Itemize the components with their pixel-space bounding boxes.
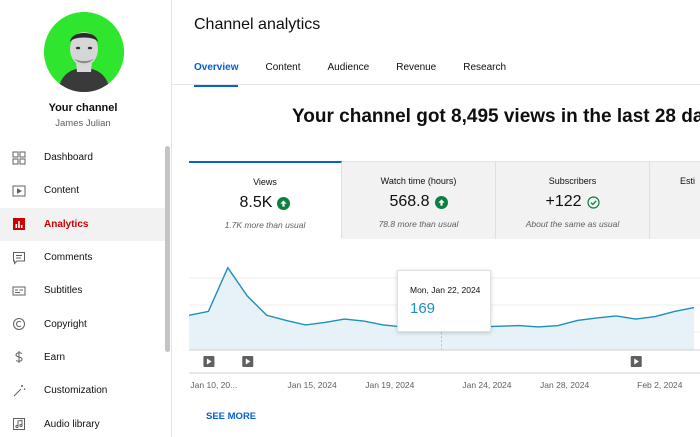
sidebar-item-label: Copyright	[44, 318, 87, 330]
sidebar-item-label: Comments	[44, 252, 93, 264]
tab-research[interactable]: Research	[463, 60, 506, 87]
chart-x-tick-label: Jan 15, 2024	[288, 380, 337, 390]
sidebar-item-customization[interactable]: Customization	[0, 374, 166, 407]
chart-x-tick-label: Feb 2, 2024	[637, 380, 683, 390]
check-circle-icon	[586, 195, 600, 209]
dollar-icon	[12, 350, 26, 364]
sidebar-item-earn[interactable]: Earn	[0, 341, 166, 374]
metric-value: 568.8	[389, 193, 430, 210]
see-more-link[interactable]: SEE MORE	[206, 411, 256, 422]
sidebar-scrollbar[interactable]	[165, 146, 170, 352]
metric-card-views[interactable]: Views 8.5K 1.7K more than usual	[189, 161, 342, 238]
metric-cards: Views 8.5K 1.7K more than usual Watch ti…	[189, 161, 700, 239]
chart-x-tick-label: Jan 24, 2024	[462, 380, 511, 390]
content-icon	[12, 184, 26, 198]
tab-overview[interactable]: Overview	[194, 60, 239, 87]
page-title: Channel analytics	[194, 16, 321, 33]
tab-content[interactable]: Content	[265, 60, 300, 87]
sidebar-item-label: Dashboard	[44, 152, 93, 164]
up-arrow-icon	[434, 195, 448, 209]
sidebar: Your channel James Julian Dashboard Cont…	[0, 0, 172, 437]
copyright-icon	[12, 317, 26, 331]
sidebar-item-label: Earn	[44, 351, 66, 363]
sidebar-item-dashboard[interactable]: Dashboard	[0, 141, 166, 174]
tab-audience[interactable]: Audience	[328, 60, 370, 87]
analytics-tabs: Overview Content Audience Revenue Resear…	[194, 60, 533, 87]
sidebar-item-label: Content	[44, 185, 80, 197]
tooltip-date: Mon, Jan 22, 2024	[410, 285, 481, 295]
sidebar-item-copyright[interactable]: Copyright	[0, 307, 166, 340]
main-content: Channel analytics Overview Content Audie…	[172, 0, 700, 437]
metric-value: 8.5K	[239, 194, 273, 211]
tooltip-value: 169	[410, 300, 436, 317]
sidebar-nav: Dashboard Content Analytics Comments Sub…	[0, 141, 166, 437]
metric-label: Views	[253, 177, 277, 187]
sidebar-item-label: Subtitles	[44, 285, 83, 297]
sidebar-item-label: Customization	[44, 385, 108, 397]
your-channel-label: Your channel	[48, 102, 118, 114]
metric-label: Watch time (hours)	[380, 176, 457, 186]
analytics-icon	[12, 217, 26, 231]
sidebar-item-label: Analytics	[44, 218, 89, 230]
magic-wand-icon	[12, 384, 26, 398]
audio-library-icon	[12, 417, 26, 431]
metric-note: 1.7K more than usual	[224, 220, 306, 230]
sidebar-item-content[interactable]: Content	[0, 174, 166, 207]
comments-icon	[12, 251, 26, 265]
chart-x-tick-label: Jan 10, 20...	[190, 380, 237, 390]
metric-value-row: 8.5K	[189, 194, 341, 212]
dashboard-icon	[12, 151, 26, 165]
chart-tooltip: Mon, Jan 22, 2024 169	[397, 270, 491, 332]
sidebar-item-subtitles[interactable]: Subtitles	[0, 274, 166, 307]
metric-note: 78.8 more than usual	[378, 219, 459, 229]
metric-label: Esti	[680, 176, 696, 186]
sidebar-item-label: Audio library	[44, 418, 100, 430]
channel-name: James Julian	[55, 118, 111, 129]
sidebar-item-audio-library[interactable]: Audio library	[0, 407, 166, 437]
tabs-divider	[172, 84, 700, 85]
chart-x-tick-label: Jan 28, 2024	[540, 380, 589, 390]
sidebar-item-comments[interactable]: Comments	[0, 241, 166, 274]
subtitles-icon	[12, 284, 26, 298]
tab-revenue[interactable]: Revenue	[396, 60, 436, 87]
metric-value: +122	[545, 193, 582, 210]
metric-card-subscribers[interactable]: Subscribers +122 About the same as usual	[496, 162, 650, 239]
up-arrow-icon	[277, 196, 291, 210]
metric-value-row: +122	[496, 193, 649, 211]
channel-avatar[interactable]	[44, 12, 124, 92]
metric-note: About the same as usual	[525, 219, 620, 229]
metric-card-watch-time[interactable]: Watch time (hours) 568.8 78.8 more than …	[342, 162, 496, 239]
metric-label: Subscribers	[548, 176, 597, 186]
views-headline: Your channel got 8,495 views in the last…	[292, 106, 700, 127]
metric-value-row: 568.8	[342, 193, 495, 211]
chart-x-tick-label: Jan 19, 2024	[365, 380, 414, 390]
sidebar-item-analytics[interactable]: Analytics	[0, 207, 166, 241]
metric-card-estimated[interactable]: Esti	[650, 162, 700, 239]
